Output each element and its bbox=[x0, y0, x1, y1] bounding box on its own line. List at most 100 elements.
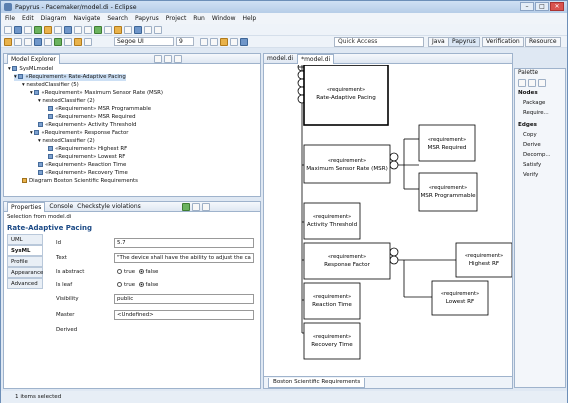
tree-item-activity-threshold[interactable]: «Requirement» Activity Threshold bbox=[38, 122, 136, 129]
visibility-select[interactable] bbox=[114, 294, 254, 304]
search-icon[interactable] bbox=[54, 25, 62, 34]
folder-icon[interactable] bbox=[4, 37, 12, 46]
leaf-false-radio[interactable] bbox=[138, 282, 144, 287]
tree-item-diagram[interactable]: Diagram Boston Scientific Requirements bbox=[22, 178, 138, 185]
menu-edit[interactable]: Edit bbox=[22, 15, 34, 22]
palette-requirement[interactable]: Require... bbox=[523, 110, 549, 116]
palette-package[interactable]: Package bbox=[523, 100, 545, 106]
node-activity-threshold[interactable] bbox=[303, 202, 361, 240]
tree-item-highest-rf[interactable]: «Requirement» Highest RF bbox=[48, 146, 127, 153]
forward-icon[interactable] bbox=[24, 37, 32, 46]
palette-nodes-header[interactable]: Nodes bbox=[518, 90, 538, 96]
refresh-icon[interactable] bbox=[54, 37, 62, 46]
filter-icon[interactable] bbox=[64, 37, 72, 46]
section-uml[interactable]: UML bbox=[7, 234, 43, 245]
tree-item-recovery-time[interactable]: «Requirement» Recovery Time bbox=[38, 170, 128, 177]
leaf-true-radio[interactable] bbox=[117, 282, 122, 287]
palette-decomposition[interactable]: Decomp... bbox=[523, 152, 551, 158]
arrow-style-icon[interactable] bbox=[240, 37, 248, 46]
menu-navigate[interactable]: Navigate bbox=[73, 15, 100, 22]
print-icon[interactable] bbox=[24, 25, 32, 34]
link-icon[interactable] bbox=[34, 37, 42, 46]
tree-item-nested-classifier[interactable]: ▾ nestedClassifier (5) bbox=[22, 82, 79, 89]
node-max-sensor-rate[interactable] bbox=[303, 144, 391, 184]
perspective-verification[interactable]: Verification bbox=[482, 37, 524, 47]
minimize-button[interactable]: – bbox=[520, 2, 534, 11]
palette-satisfy[interactable]: Satisfy bbox=[523, 162, 541, 168]
close-button[interactable]: ✕ bbox=[550, 2, 564, 11]
view-menu-icon[interactable] bbox=[174, 55, 182, 63]
tree-item-max-sensor-rate[interactable]: ▾ «Requirement» Maximum Sensor Rate (MSR… bbox=[30, 90, 163, 97]
menu-diagram[interactable]: Diagram bbox=[41, 15, 67, 22]
minimize-view-icon[interactable] bbox=[202, 203, 210, 211]
collapse-all-icon[interactable] bbox=[154, 55, 162, 63]
italic-icon[interactable] bbox=[210, 37, 218, 46]
tab-boston-scientific-requirements[interactable]: Boston Scientific Requirements bbox=[268, 378, 366, 388]
perspective-papyrus[interactable]: Papyrus bbox=[448, 37, 480, 47]
menu-run[interactable]: Run bbox=[193, 15, 205, 22]
abstract-true-radio[interactable] bbox=[117, 269, 122, 274]
tree-item-response-factor[interactable]: ▾ «Requirement» Response Factor bbox=[30, 130, 129, 137]
requirements-diagram[interactable]: «requirement» Rate-Adaptive Pacing «requ… bbox=[264, 65, 512, 373]
fill-color-icon[interactable] bbox=[114, 25, 122, 34]
perspective-resource[interactable]: Resource bbox=[525, 37, 561, 47]
font-size-select[interactable]: 9 bbox=[176, 37, 194, 46]
tag-icon[interactable] bbox=[74, 37, 82, 46]
zoom-icon[interactable] bbox=[104, 25, 112, 34]
tab-console[interactable]: Console bbox=[49, 203, 73, 210]
section-sysml[interactable]: SysML bbox=[7, 245, 43, 256]
pin-icon[interactable] bbox=[44, 37, 52, 46]
tab-checkstyle[interactable]: Checkstyle violations bbox=[77, 203, 141, 210]
align-icon[interactable] bbox=[134, 25, 142, 34]
palette-derive[interactable]: Derive bbox=[523, 142, 541, 148]
zoom-in-icon[interactable] bbox=[528, 79, 536, 87]
tree-item-lowest-rf[interactable]: «Requirement» Lowest RF bbox=[48, 154, 125, 161]
tree-item-nested-classifier-msr[interactable]: ▾ nestedClassifier (2) bbox=[38, 98, 95, 105]
select-tool-icon[interactable] bbox=[518, 79, 526, 87]
back-icon[interactable] bbox=[14, 37, 22, 46]
save-icon[interactable] bbox=[14, 25, 22, 34]
tab-model-di[interactable]: model.di bbox=[267, 55, 293, 62]
node-lowest-rf[interactable] bbox=[431, 280, 489, 316]
tree-item-reaction-time[interactable]: «Requirement» Reaction Time bbox=[38, 162, 126, 169]
node-response-factor[interactable] bbox=[303, 242, 391, 280]
new-icon[interactable] bbox=[4, 25, 12, 34]
tab-model-explorer[interactable]: Model Explorer bbox=[7, 53, 60, 64]
node-reaction-time[interactable] bbox=[303, 282, 361, 320]
bold-icon[interactable] bbox=[200, 37, 208, 46]
menu-help[interactable]: Help bbox=[242, 15, 256, 22]
maximize-button[interactable]: □ bbox=[535, 2, 549, 11]
tree-item-msr-required[interactable]: «Requirement» MSR Required bbox=[48, 114, 136, 121]
perspective-java[interactable]: Java bbox=[428, 37, 449, 47]
menu-search[interactable]: Search bbox=[107, 15, 128, 22]
palette-verify[interactable]: Verify bbox=[523, 172, 538, 178]
pin-view-icon[interactable] bbox=[182, 203, 190, 211]
grid-icon[interactable] bbox=[84, 37, 92, 46]
link-with-editor-icon[interactable] bbox=[164, 55, 172, 63]
menu-file[interactable]: File bbox=[5, 15, 15, 22]
tree-item-rate-adaptive-pacing[interactable]: ▾ «Requirement» Rate-Adaptive Pacing bbox=[14, 74, 126, 81]
node-msr-required[interactable] bbox=[418, 124, 476, 162]
tab-model-di-dirty[interactable]: *model.di bbox=[297, 53, 335, 64]
node-recovery-time[interactable] bbox=[303, 322, 361, 360]
tree-item-sysml-model[interactable]: ▾ SysMLmodel bbox=[8, 66, 53, 73]
palette-edges-header[interactable]: Edges bbox=[518, 122, 537, 128]
font-color-icon[interactable] bbox=[220, 37, 228, 46]
tree-item-nested-classifier-rf[interactable]: ▾ nestedClassifier (2) bbox=[38, 138, 95, 145]
node-msr-programmable[interactable] bbox=[418, 172, 478, 212]
font-name-select[interactable]: Segoe UI bbox=[114, 37, 174, 46]
quick-access-field[interactable]: Quick Access bbox=[334, 37, 424, 47]
node-highest-rf[interactable] bbox=[455, 242, 512, 278]
properties-menu-icon[interactable] bbox=[192, 203, 200, 211]
run-icon[interactable] bbox=[34, 25, 42, 34]
menu-window[interactable]: Window bbox=[212, 15, 236, 22]
debug-icon[interactable] bbox=[44, 25, 52, 34]
tab-properties[interactable]: Properties bbox=[7, 201, 46, 212]
distribute-icon[interactable] bbox=[144, 25, 152, 34]
section-appearance[interactable]: Appearance bbox=[7, 267, 43, 278]
section-profile[interactable]: Profile bbox=[7, 256, 43, 267]
zoom-out-icon[interactable] bbox=[538, 79, 546, 87]
id-field[interactable] bbox=[114, 238, 254, 248]
line-color-icon[interactable] bbox=[124, 25, 132, 34]
tree-item-msr-programmable[interactable]: «Requirement» MSR Programmable bbox=[48, 106, 151, 113]
